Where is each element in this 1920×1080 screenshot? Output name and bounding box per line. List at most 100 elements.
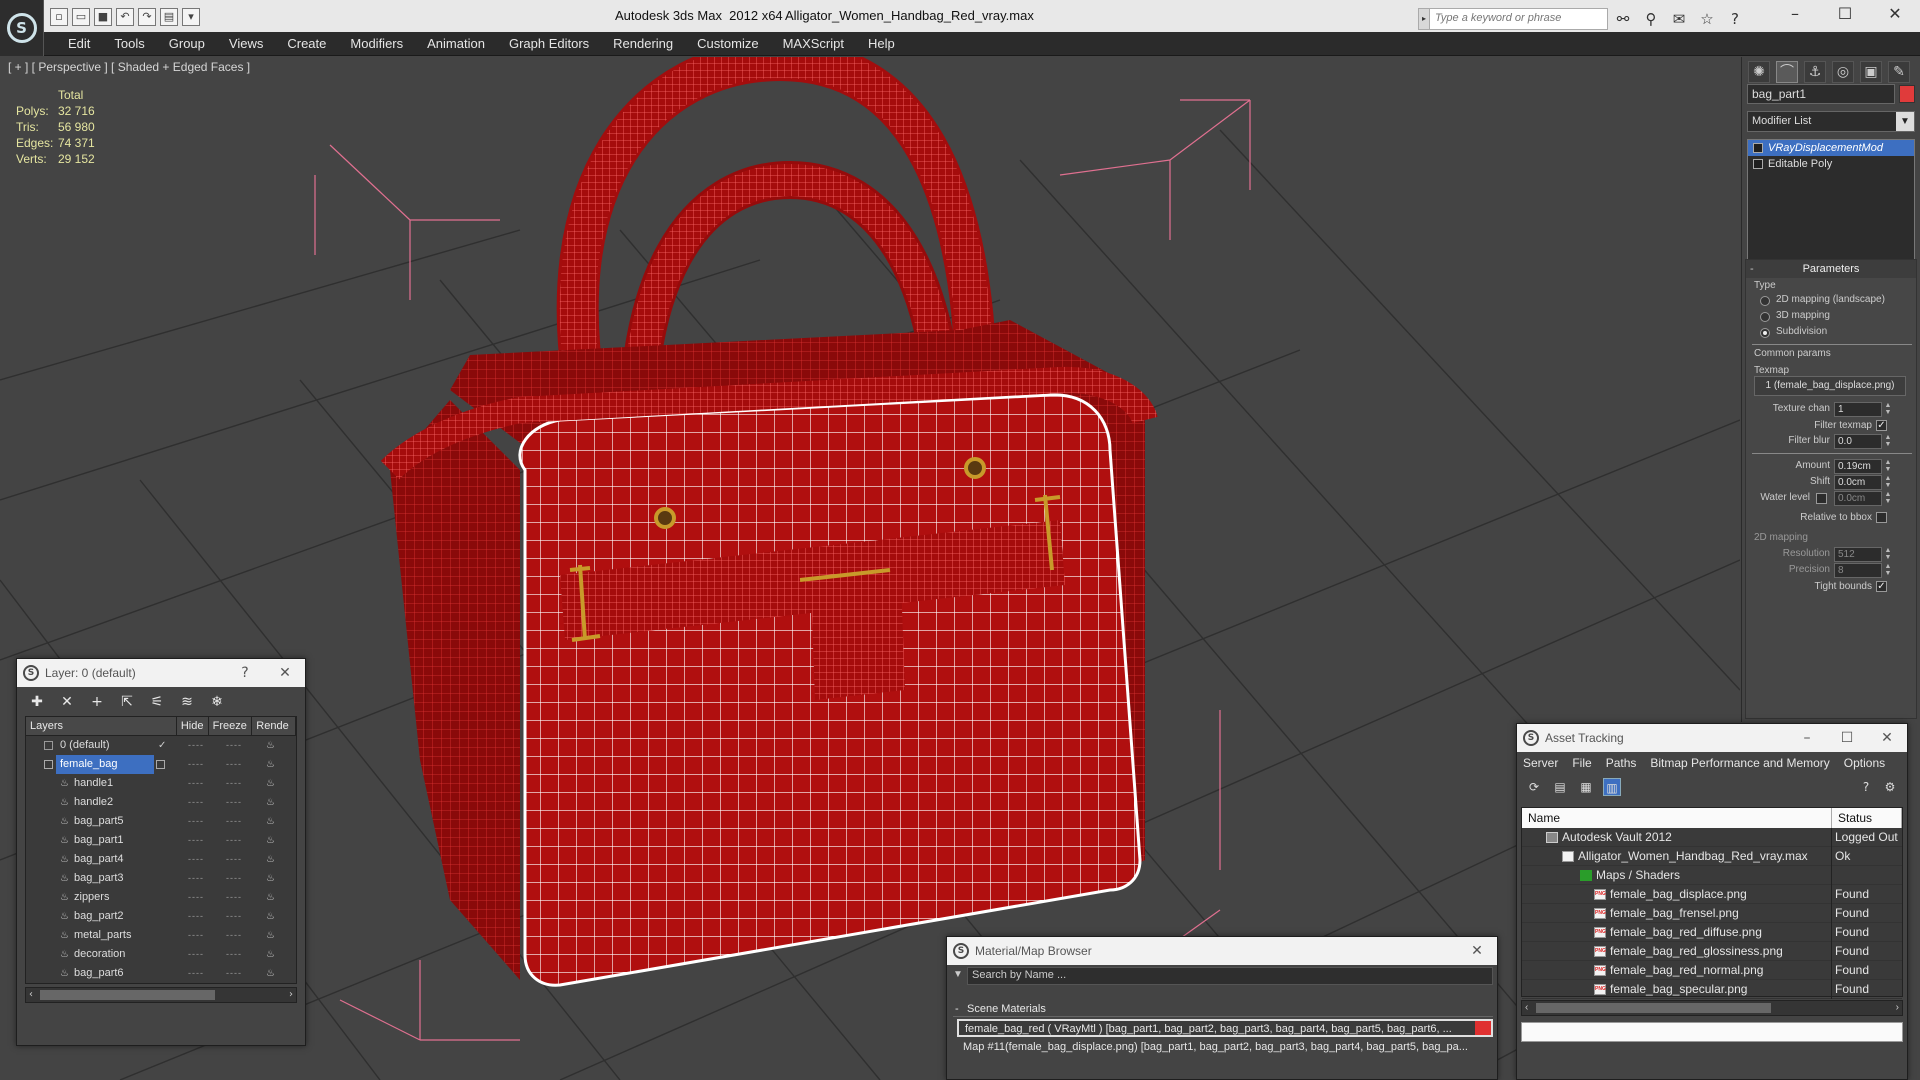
layer-row[interactable]: ♨ bag_part5 ---- ---- ♨ bbox=[26, 812, 296, 831]
hide-toggle[interactable]: ---- bbox=[188, 736, 204, 755]
select-objects-icon[interactable]: ⇱ bbox=[117, 692, 137, 712]
close-icon[interactable]: ✕ bbox=[1870, 0, 1920, 30]
water-level-spinner[interactable]: 0.0cm bbox=[1834, 491, 1882, 506]
render-teapot-icon[interactable]: ♨ bbox=[266, 812, 275, 831]
undo-icon[interactable]: ↶ bbox=[116, 8, 134, 26]
active-layer-check-icon[interactable]: ✓ bbox=[158, 736, 166, 755]
menu-bitmap-performance[interactable]: Bitmap Performance and Memory bbox=[1650, 752, 1829, 774]
modifier-list-dropdown[interactable]: Modifier List ▼ bbox=[1747, 111, 1915, 132]
object-name-field[interactable]: bag_part1 bbox=[1747, 84, 1895, 104]
hide-toggle[interactable]: ---- bbox=[188, 888, 204, 907]
render-teapot-icon[interactable]: ♨ bbox=[266, 831, 275, 850]
freeze-toggle[interactable]: ---- bbox=[226, 793, 242, 812]
hide-toggle[interactable]: ---- bbox=[188, 945, 204, 964]
help-icon[interactable]: ? bbox=[225, 659, 265, 687]
render-teapot-icon[interactable]: ♨ bbox=[266, 850, 275, 869]
redo-icon[interactable]: ↷ bbox=[138, 8, 156, 26]
freeze-toggle[interactable]: ---- bbox=[226, 945, 242, 964]
menu-customize[interactable]: Customize bbox=[685, 32, 770, 56]
scroll-right-icon[interactable]: › bbox=[289, 988, 293, 1002]
menu-group[interactable]: Group bbox=[157, 32, 217, 56]
app-menu-button[interactable]: S bbox=[0, 0, 44, 56]
menu-help[interactable]: Help bbox=[856, 32, 907, 56]
material-browser-title-bar[interactable]: S Material/Map Browser ✕ bbox=[947, 937, 1497, 965]
spinner-arrows-icon[interactable]: ▲ ▼ bbox=[1884, 434, 1892, 449]
spinner-arrows-icon[interactable]: ▲ ▼ bbox=[1884, 402, 1892, 417]
open-file-icon[interactable]: ▭ bbox=[72, 8, 90, 26]
new-file-icon[interactable]: ▫ bbox=[50, 8, 68, 26]
hide-toggle[interactable]: ---- bbox=[188, 755, 204, 774]
spinner-arrows-icon[interactable]: ▲ ▼ bbox=[1884, 547, 1892, 562]
menu-edit[interactable]: Edit bbox=[56, 32, 102, 56]
render-teapot-icon[interactable]: ♨ bbox=[266, 869, 275, 888]
collapse-minus-icon[interactable]: - bbox=[955, 1001, 959, 1017]
filter-blur-spinner[interactable]: 0.0 bbox=[1834, 434, 1882, 449]
column-name[interactable]: Name bbox=[1522, 808, 1832, 828]
hide-toggle[interactable]: ---- bbox=[188, 869, 204, 888]
lightbulb-icon[interactable] bbox=[1753, 143, 1763, 153]
radio-subdivision[interactable]: Subdivision bbox=[1758, 326, 1827, 338]
hide-all-icon[interactable]: ≋ bbox=[177, 692, 197, 712]
menu-create[interactable]: Create bbox=[275, 32, 338, 56]
asset-row[interactable]: female_bag_red_diffuse.png Found bbox=[1522, 923, 1902, 942]
binoculars-icon[interactable]: ⚯ bbox=[1612, 9, 1634, 29]
menu-rendering[interactable]: Rendering bbox=[601, 32, 685, 56]
scene-materials-group[interactable]: - Scene Materials bbox=[953, 1001, 1493, 1017]
freeze-toggle[interactable]: ---- bbox=[226, 831, 242, 850]
asset-tracking-title-bar[interactable]: S Asset Tracking – ☐ ✕ bbox=[1517, 724, 1907, 752]
menu-graph-editors[interactable]: Graph Editors bbox=[497, 32, 601, 56]
asset-row[interactable]: Autodesk Vault 2012 Logged Out bbox=[1522, 828, 1902, 847]
stack-item-vray-displacement[interactable]: VRayDisplacementMod bbox=[1748, 140, 1914, 156]
render-teapot-icon[interactable]: ♨ bbox=[266, 907, 275, 926]
maximize-icon[interactable]: ☐ bbox=[1820, 0, 1870, 30]
freeze-toggle[interactable]: ---- bbox=[226, 736, 242, 755]
spinner-arrows-icon[interactable]: ▲ ▼ bbox=[1884, 563, 1892, 578]
radio-2d-mapping[interactable]: 2D mapping (landscape) bbox=[1758, 294, 1885, 306]
render-teapot-icon[interactable]: ♨ bbox=[266, 926, 275, 945]
freeze-toggle[interactable]: ---- bbox=[226, 812, 242, 831]
amount-spinner[interactable]: 0.19cm bbox=[1834, 459, 1882, 474]
hide-toggle[interactable]: ---- bbox=[188, 793, 204, 812]
scroll-left-icon[interactable]: ‹ bbox=[29, 988, 33, 1002]
freeze-toggle[interactable]: ---- bbox=[226, 907, 242, 926]
freeze-toggle[interactable]: ---- bbox=[226, 755, 242, 774]
radio-3d-mapping[interactable]: 3D mapping bbox=[1758, 310, 1830, 322]
menu-modifiers[interactable]: Modifiers bbox=[338, 32, 415, 56]
asset-row[interactable]: female_bag_frensel.png Found bbox=[1522, 904, 1902, 923]
create-layer-icon[interactable]: ✚ bbox=[27, 692, 47, 712]
hide-toggle[interactable]: ---- bbox=[188, 907, 204, 926]
render-teapot-icon[interactable]: ♨ bbox=[266, 983, 275, 984]
object-color-swatch[interactable] bbox=[1899, 85, 1915, 103]
utilities-tab-icon[interactable]: ✎ bbox=[1888, 61, 1910, 83]
menu-maxscript[interactable]: MAXScript bbox=[771, 32, 856, 56]
layer-row[interactable]: ♨ metal_parts ---- ---- ♨ bbox=[26, 926, 296, 945]
column-render[interactable]: Rende bbox=[252, 717, 296, 735]
communication-center-icon[interactable]: ⚲ bbox=[1640, 9, 1662, 29]
menu-tools[interactable]: Tools bbox=[102, 32, 156, 56]
keyword-search-input[interactable]: Type a keyword or phrase bbox=[1418, 8, 1608, 30]
highlight-selected-icon[interactable]: ⚟ bbox=[147, 692, 167, 712]
layer-row[interactable]: ♨ handle1 ---- ---- ♨ bbox=[26, 774, 296, 793]
add-to-layer-icon[interactable]: + bbox=[87, 692, 107, 712]
chevron-down-icon[interactable]: ▼ bbox=[1896, 112, 1914, 131]
menu-options[interactable]: Options bbox=[1844, 752, 1885, 774]
set-current-layer-icon[interactable] bbox=[156, 760, 165, 769]
layer-list-hscrollbar[interactable]: ‹ › bbox=[25, 987, 297, 1003]
close-icon[interactable]: ✕ bbox=[1457, 937, 1497, 965]
scroll-left-icon[interactable]: ‹ bbox=[1525, 1001, 1528, 1015]
help-icon[interactable]: ? bbox=[1857, 778, 1875, 796]
hide-toggle[interactable]: ---- bbox=[188, 812, 204, 831]
asset-row[interactable]: female_bag_specular.png Found bbox=[1522, 980, 1902, 999]
hide-toggle[interactable]: ---- bbox=[188, 926, 204, 945]
texmap-button[interactable]: 1 (female_bag_displace.png) bbox=[1754, 376, 1906, 396]
expand-plus-icon[interactable] bbox=[1753, 159, 1763, 169]
layer-row[interactable]: 0 (default) ✓ ---- ---- ♨ bbox=[26, 736, 296, 755]
hide-toggle[interactable]: ---- bbox=[188, 831, 204, 850]
minimize-icon[interactable]: – bbox=[1787, 724, 1827, 752]
layer-row[interactable]: ♨ decoration ---- ---- ♨ bbox=[26, 945, 296, 964]
freeze-toggle[interactable]: ---- bbox=[226, 774, 242, 793]
relative-bbox-checkbox[interactable] bbox=[1876, 512, 1887, 523]
scrollbar-thumb[interactable] bbox=[1536, 1003, 1771, 1013]
precision-spinner[interactable]: 8 bbox=[1834, 563, 1882, 578]
column-hide[interactable]: Hide bbox=[177, 717, 209, 735]
